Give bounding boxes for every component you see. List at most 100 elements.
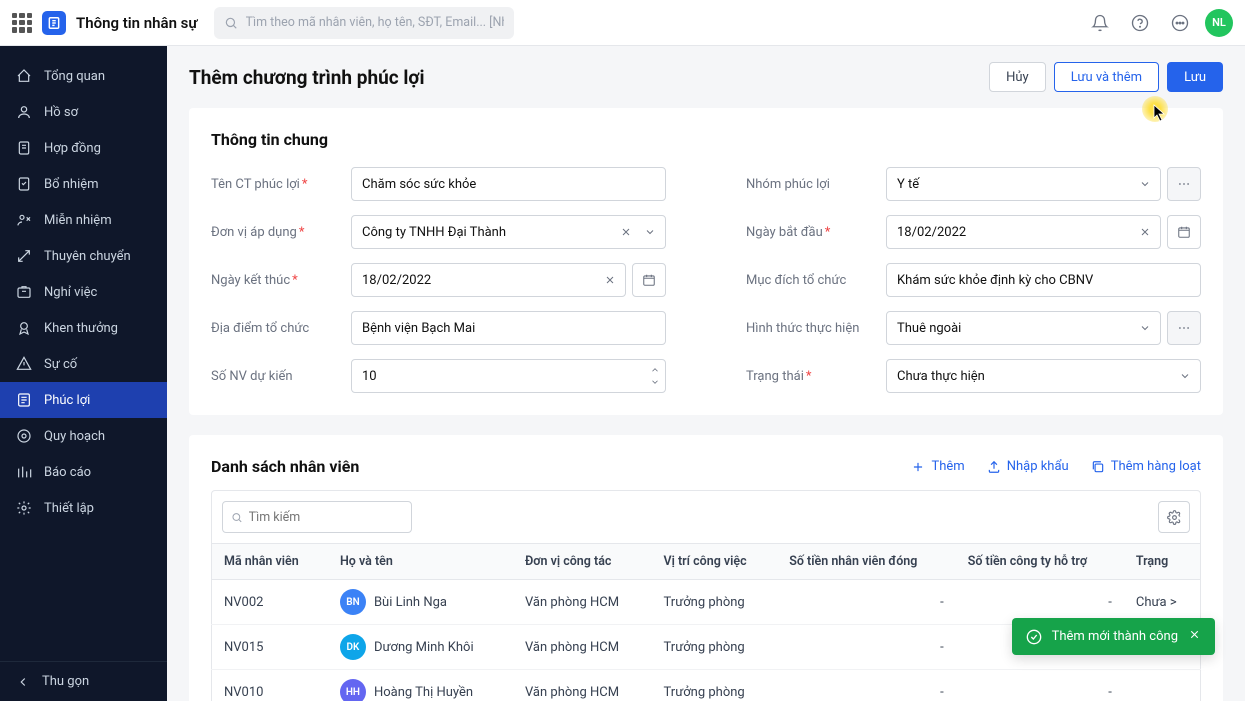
app-logo[interactable] <box>42 11 66 35</box>
sidebar-item-11[interactable]: Báo cáo <box>0 454 167 490</box>
user-avatar[interactable]: NL <box>1205 9 1233 37</box>
group-more-button[interactable] <box>1167 167 1201 201</box>
end-date-input[interactable] <box>351 263 626 297</box>
nav-icon <box>16 212 32 228</box>
label-status: Trạng thái* <box>746 369 886 384</box>
nav-label: Tổng quan <box>44 69 105 84</box>
location-input[interactable] <box>351 311 666 345</box>
collapse-label: Thu gọn <box>42 674 89 689</box>
nav-icon <box>16 392 32 408</box>
nav-icon <box>16 248 32 264</box>
page-header: Thêm chương trình phúc lợi Hủy Lưu và th… <box>167 46 1245 108</box>
nav-icon <box>16 104 32 120</box>
clear-icon[interactable] <box>1135 222 1155 242</box>
nav-label: Miễn nhiệm <box>44 213 112 228</box>
label-purpose: Mục đích tổ chức <box>746 273 886 288</box>
sidebar-item-10[interactable]: Quy hoạch <box>0 418 167 454</box>
label-apply-unit: Đơn vị áp dụng* <box>211 225 351 240</box>
app-title: Thông tin nhân sự <box>76 14 198 32</box>
save-and-add-button[interactable]: Lưu và thêm <box>1054 62 1159 92</box>
global-search-input[interactable] <box>246 15 504 30</box>
method-more-button[interactable] <box>1167 311 1201 345</box>
check-circle-icon <box>1026 629 1042 645</box>
nav-label: Sự cố <box>44 357 77 372</box>
general-info-title: Thông tin chung <box>211 130 1201 149</box>
col-comp-pay: Số tiền công ty hỗ trợ <box>956 544 1124 580</box>
label-program-name: Tên CT phúc lợi* <box>211 177 351 192</box>
stepper-down-icon[interactable] <box>650 376 660 388</box>
nav-label: Hồ sơ <box>44 105 78 120</box>
cancel-button[interactable]: Hủy <box>989 62 1046 92</box>
help-icon[interactable] <box>1125 8 1155 38</box>
add-employee-button[interactable]: Thêm <box>911 459 964 474</box>
toast-close-button[interactable] <box>1188 628 1201 645</box>
save-button[interactable]: Lưu <box>1167 62 1223 92</box>
nav-label: Thiết lập <box>44 501 94 516</box>
table-search[interactable] <box>222 501 412 533</box>
col-name: Họ và tên <box>328 544 513 580</box>
import-employee-button[interactable]: Nhập khẩu <box>987 459 1069 474</box>
clear-icon[interactable] <box>600 270 620 290</box>
clear-icon[interactable] <box>616 222 636 242</box>
start-date-picker-button[interactable] <box>1167 215 1201 249</box>
sidebar-item-1[interactable]: Hồ sơ <box>0 94 167 130</box>
nav-icon <box>16 176 32 192</box>
success-toast: Thêm mới thành công <box>1012 618 1215 655</box>
copy-plus-icon <box>1091 460 1105 474</box>
program-name-input[interactable] <box>351 167 666 201</box>
bulk-add-button[interactable]: Thêm hàng loạt <box>1091 459 1201 474</box>
label-method: Hình thức thực hiện <box>746 321 886 336</box>
sidebar-item-5[interactable]: Thuyên chuyển <box>0 238 167 274</box>
group-select[interactable] <box>886 167 1161 201</box>
sidebar-item-3[interactable]: Bổ nhiệm <box>0 166 167 202</box>
sidebar-item-0[interactable]: Tổng quan <box>0 58 167 94</box>
nav-icon <box>16 356 32 372</box>
col-position: Vị trí công việc <box>652 544 778 580</box>
method-select[interactable] <box>886 311 1161 345</box>
sidebar-item-7[interactable]: Khen thưởng <box>0 310 167 346</box>
sidebar-item-9[interactable]: Phúc lợi <box>0 382 167 418</box>
table-search-input[interactable] <box>249 510 403 525</box>
col-status: Trạng <box>1124 544 1201 580</box>
status-select[interactable] <box>886 359 1201 393</box>
nav-icon <box>16 464 32 480</box>
more-menu-icon[interactable] <box>1165 8 1195 38</box>
global-search[interactable] <box>214 7 514 39</box>
upload-icon <box>987 460 1001 474</box>
sidebar-item-4[interactable]: Miễn nhiệm <box>0 202 167 238</box>
sidebar-item-8[interactable]: Sự cố <box>0 346 167 382</box>
nav-icon <box>16 320 32 336</box>
sidebar: Tổng quan Hồ sơ Hợp đồngBổ nhiệm Miễn nhiệm… <box>0 46 167 701</box>
nav-label: Phúc lợi <box>44 393 90 408</box>
employee-list-title: Danh sách nhân viên <box>211 457 359 476</box>
table-row[interactable]: NV010HHHoàng Thị HuyềnVăn phòng HCMTrưởn… <box>212 670 1201 701</box>
nav-icon <box>16 140 32 156</box>
chevron-left-icon <box>16 675 30 689</box>
sidebar-item-2[interactable]: Hợp đồng <box>0 130 167 166</box>
label-group: Nhóm phúc lợi <box>746 177 886 192</box>
table-settings-button[interactable] <box>1158 501 1190 533</box>
general-info-card: Thông tin chung Tên CT phúc lợi* Nhóm ph… <box>189 108 1223 415</box>
end-date-picker-button[interactable] <box>632 263 666 297</box>
apps-launcher-icon[interactable] <box>12 13 32 33</box>
expected-count-input[interactable] <box>351 359 666 393</box>
nav-icon <box>16 68 32 84</box>
chevron-down-icon[interactable] <box>1175 366 1195 386</box>
label-expected-count: Số NV dự kiến <box>211 369 351 384</box>
nav-icon <box>16 500 32 516</box>
stepper-up-icon[interactable] <box>650 364 660 376</box>
nav-label: Nghỉ việc <box>44 285 97 300</box>
page-title: Thêm chương trình phúc lợi <box>189 66 424 89</box>
col-code: Mã nhân viên <box>212 544 328 580</box>
purpose-input[interactable] <box>886 263 1201 297</box>
nav-icon <box>16 284 32 300</box>
sidebar-item-6[interactable]: Nghỉ việc <box>0 274 167 310</box>
start-date-input[interactable] <box>886 215 1161 249</box>
chevron-down-icon[interactable] <box>1135 174 1155 194</box>
sidebar-item-12[interactable]: Thiết lập <box>0 490 167 526</box>
sidebar-collapse[interactable]: Thu gọn <box>0 661 167 701</box>
chevron-down-icon[interactable] <box>640 222 660 242</box>
chevron-down-icon[interactable] <box>1135 318 1155 338</box>
nav-icon <box>16 428 32 444</box>
notification-icon[interactable] <box>1085 8 1115 38</box>
